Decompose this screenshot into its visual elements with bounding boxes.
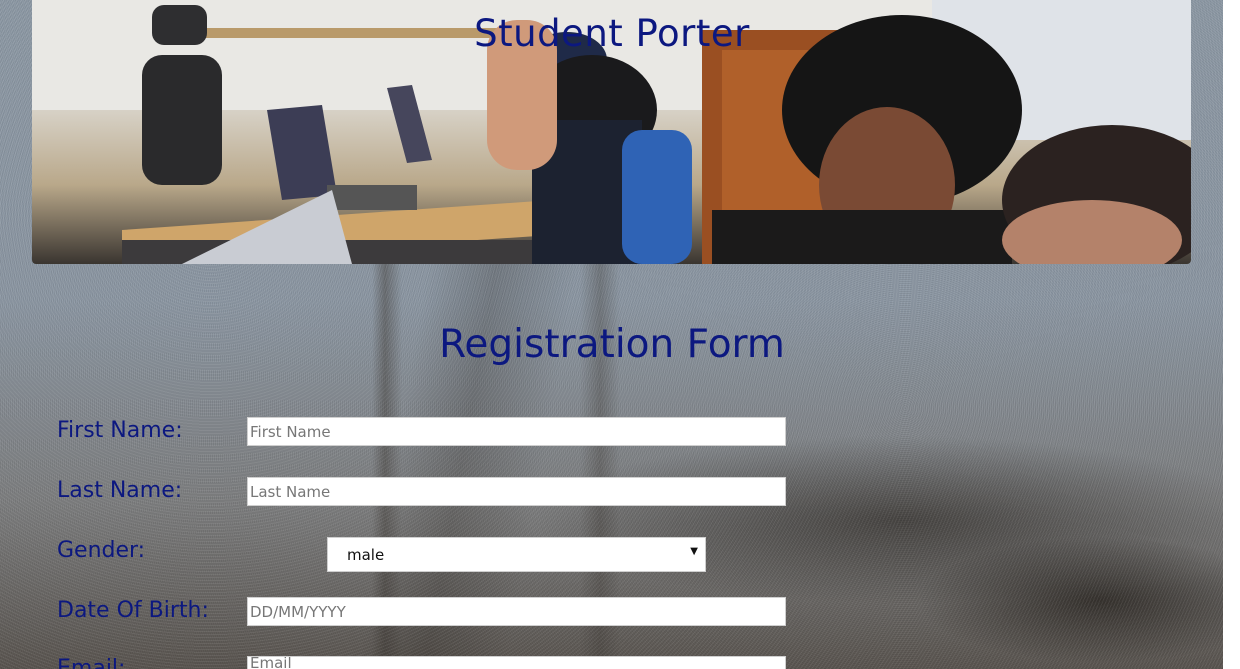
email-input[interactable] xyxy=(247,656,786,669)
last-name-input[interactable] xyxy=(247,477,786,506)
dob-input[interactable] xyxy=(247,597,786,626)
chevron-down-icon: ▼ xyxy=(690,546,698,557)
gender-select[interactable]: male ▼ xyxy=(327,537,706,572)
gender-selected-value: male xyxy=(347,546,385,564)
page-edge xyxy=(1223,0,1240,669)
form-title: Registration Form xyxy=(439,322,785,367)
site-title: Student Porter xyxy=(474,12,750,55)
dob-label: Date Of Birth: xyxy=(57,598,209,623)
last-name-label: Last Name: xyxy=(57,478,183,503)
first-name-input[interactable] xyxy=(247,417,786,446)
email-label: Email: xyxy=(57,656,126,669)
first-name-label: First Name: xyxy=(57,418,183,443)
gender-label: Gender: xyxy=(57,538,146,563)
